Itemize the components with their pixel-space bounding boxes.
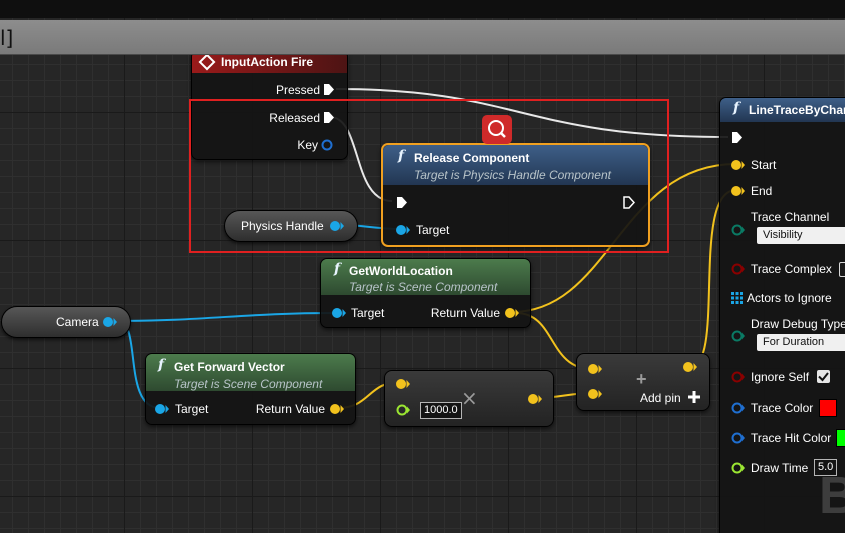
- trace-color-swatch[interactable]: [819, 399, 837, 417]
- tab-bar-glyph: l]: [0, 26, 14, 50]
- add-pin-button-label[interactable]: Add pin: [640, 391, 681, 405]
- forward-target-label: Target: [175, 402, 209, 416]
- ignore-self-bool-pin[interactable]: [731, 371, 746, 383]
- blueprint-watermark: B: [819, 467, 845, 525]
- trace-complex-checkbox[interactable]: [839, 262, 845, 277]
- node-title: InputAction Fire: [221, 55, 313, 69]
- multiply-node[interactable]: 1000.0 ×: [384, 370, 554, 427]
- function-icon: f: [158, 357, 165, 373]
- world-location-return-label: Return Value: [430, 306, 500, 320]
- line-trace-by-channel-node[interactable]: f LineTraceByChan Start End Trace Channe…: [719, 97, 845, 533]
- forward-return-pin[interactable]: [330, 403, 345, 415]
- function-icon: f: [334, 261, 341, 277]
- actors-to-ignore-array-pin[interactable]: [731, 292, 743, 304]
- variable-label: Camera: [56, 315, 99, 329]
- world-location-target-label: Target: [351, 306, 385, 320]
- trace-end-pin[interactable]: [731, 185, 746, 197]
- node-subtitle: Target is Scene Component: [174, 377, 323, 391]
- trace-color-struct-pin[interactable]: [731, 402, 746, 414]
- search-icon: [488, 120, 506, 138]
- multiply-icon: ×: [461, 386, 478, 410]
- actors-to-ignore-label: Actors to Ignore: [747, 291, 832, 305]
- node-header: f GetWorldLocation Target is Scene Compo…: [321, 259, 530, 295]
- get-forward-vector-node[interactable]: f Get Forward Vector Target is Scene Com…: [145, 353, 356, 425]
- get-world-location-node[interactable]: f GetWorldLocation Target is Scene Compo…: [320, 258, 531, 328]
- pressed-exec-pin[interactable]: [323, 83, 335, 96]
- draw-debug-type-label: Draw Debug Type: [751, 317, 845, 331]
- trace-color-label: Trace Color: [751, 401, 814, 415]
- trace-hit-color-swatch[interactable]: [836, 429, 845, 447]
- draw-debug-type-dropdown[interactable]: For Duration: [757, 334, 845, 351]
- node-header: f LineTraceByChan: [720, 98, 845, 122]
- ignore-self-label: Ignore Self: [751, 370, 810, 384]
- function-icon: f: [733, 100, 740, 116]
- draw-time-label: Draw Time: [751, 461, 809, 475]
- selection-highlight-box: [189, 99, 669, 253]
- trace-channel-byte-pin[interactable]: [731, 224, 746, 236]
- trace-hit-color-label: Trace Hit Color: [751, 431, 832, 445]
- node-title: GetWorldLocation: [349, 264, 453, 278]
- forward-target-pin[interactable]: [155, 403, 170, 415]
- draw-time-float-pin[interactable]: [731, 462, 746, 474]
- trace-start-pin[interactable]: [731, 159, 746, 171]
- node-title: LineTraceByChan: [749, 103, 845, 117]
- forward-return-label: Return Value: [255, 402, 325, 416]
- camera-object-pin[interactable]: [103, 316, 118, 328]
- trace-hit-color-struct-pin[interactable]: [731, 432, 746, 444]
- graph-tab-bar: l]: [0, 20, 845, 55]
- multiply-vector-out-pin[interactable]: [528, 393, 543, 405]
- event-diamond-icon: [198, 53, 216, 71]
- world-location-target-pin[interactable]: [332, 307, 347, 319]
- check-icon: [818, 372, 829, 382]
- top-menu-strip: [0, 0, 845, 18]
- trace-exec-in-pin[interactable]: [731, 131, 743, 144]
- pressed-pin-label: Pressed: [275, 83, 320, 97]
- multiply-vector-in-pin[interactable]: [396, 378, 411, 390]
- trace-end-label: End: [751, 184, 773, 198]
- add-vector-out-pin[interactable]: [683, 361, 698, 373]
- trace-channel-label: Trace Channel: [751, 210, 830, 224]
- object-wire-camera-worldloc: [109, 312, 337, 322]
- multiply-float-input[interactable]: 1000.0: [420, 402, 462, 419]
- add-icon: +: [636, 369, 647, 389]
- add-pin-plus-icon[interactable]: [688, 391, 700, 403]
- find-references-button[interactable]: [482, 115, 512, 144]
- trace-channel-dropdown[interactable]: Visibility: [757, 227, 845, 244]
- multiply-float-in-pin[interactable]: [396, 404, 411, 416]
- world-location-return-pin[interactable]: [505, 307, 520, 319]
- trace-start-label: Start: [751, 158, 777, 172]
- node-title: Get Forward Vector: [174, 360, 285, 374]
- add-node[interactable]: + Add pin: [576, 353, 710, 411]
- add-vector-in-b-pin[interactable]: [588, 388, 603, 400]
- node-subtitle: Target is Scene Component: [349, 280, 498, 294]
- trace-complex-label: Trace Complex: [751, 262, 832, 276]
- ignore-self-checkbox[interactable]: [817, 370, 830, 383]
- trace-complex-bool-pin[interactable]: [731, 263, 746, 275]
- camera-variable-node[interactable]: Camera: [1, 306, 131, 338]
- add-vector-in-a-pin[interactable]: [588, 363, 603, 375]
- draw-debug-type-byte-pin[interactable]: [731, 330, 746, 342]
- blueprint-graph-canvas[interactable]: InputAction Fire Pressed Released Key Ph…: [0, 0, 845, 533]
- node-header: f Get Forward Vector Target is Scene Com…: [146, 354, 355, 391]
